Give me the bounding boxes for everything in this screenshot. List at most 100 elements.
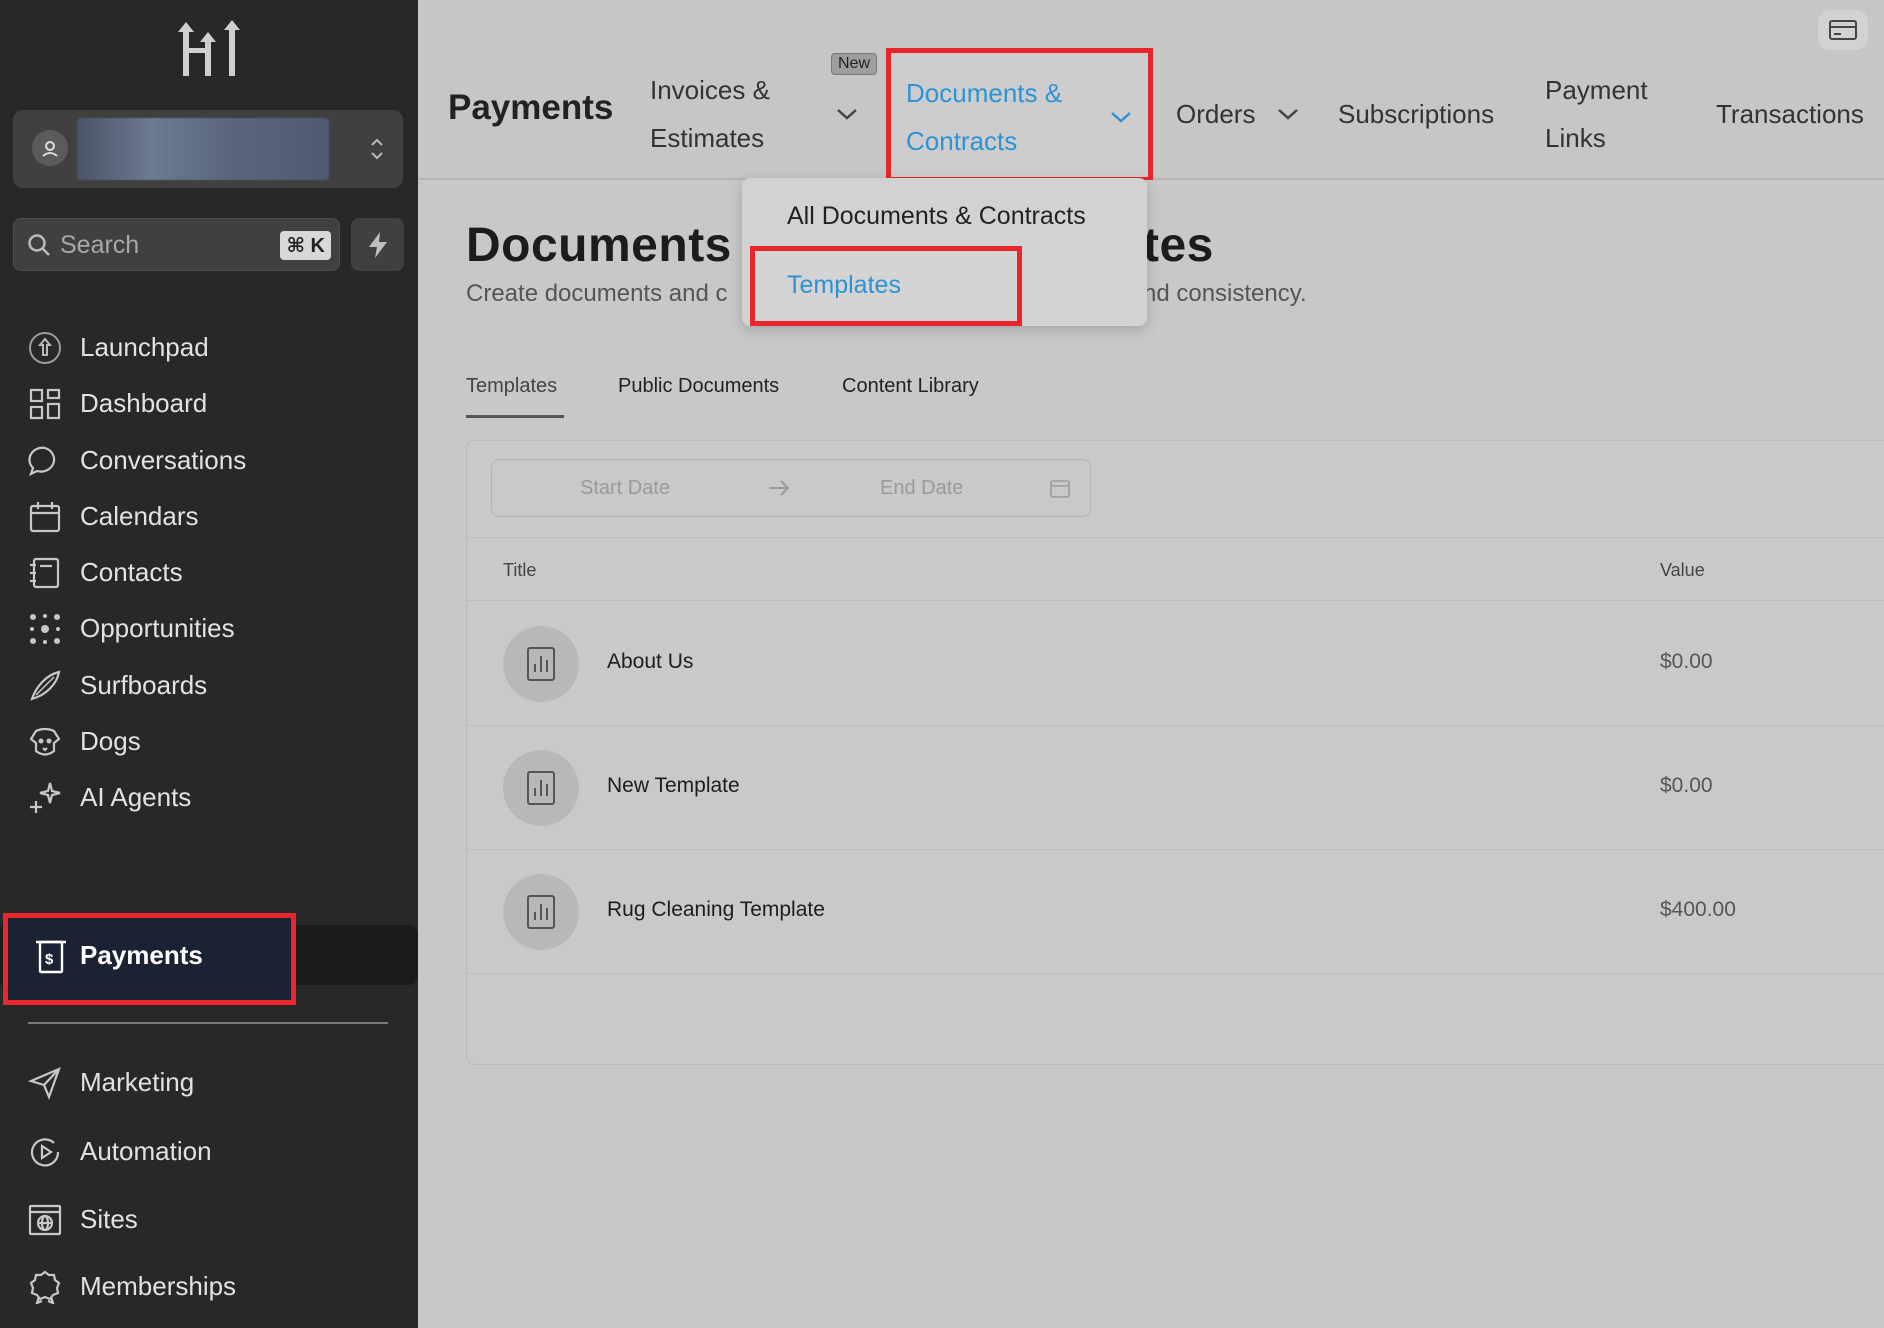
end-date-input[interactable]: End Date [880,477,963,500]
sidebar-item-dashboard[interactable]: Dashboard [0,373,418,433]
launchpad-icon [28,331,62,365]
sidebar-item-label: Payments [80,940,203,970]
page-title-left: Documents & [466,219,781,272]
page-subtitle-right: nd consistency. [1143,280,1307,307]
payments-receipt-icon: $ [34,938,68,981]
search-input[interactable]: Search ⌘ K [13,218,340,271]
menu-item-all-documents[interactable]: All Documents & Contracts [787,202,1086,231]
sidebar-item-surfboards[interactable]: Surfboards [0,655,418,715]
sidebar-item-conversations[interactable]: Conversations [0,430,418,490]
award-icon [28,1270,62,1305]
menu-item-templates[interactable]: Templates [750,246,1022,326]
calendar-icon [1050,478,1070,503]
tab-public-documents[interactable]: Public Documents [618,375,779,398]
search-icon [26,232,52,263]
nav-invoices-line2: Estimates [650,123,765,153]
search-shortcut-badge: ⌘ K [280,231,331,260]
start-date-input[interactable]: Start Date [580,477,670,500]
row-title[interactable]: Rug Cleaning Template [607,898,825,922]
sidebar-item-label: Automation [80,1135,212,1166]
nav-payment-links-line2: Links [1545,123,1606,153]
new-badge: New [831,53,878,75]
section-title: Payments [448,88,614,127]
nav-orders-label: Orders [1176,99,1256,129]
sidebar-item-label: AI Agents [80,781,192,812]
nav-docs-line1: Documents & [906,78,1063,108]
table-row[interactable]: About Us $0.00 [467,602,1884,726]
active-tab-indicator [466,415,564,418]
document-chart-icon [503,874,579,950]
nav-subscriptions[interactable]: Subscriptions [1338,90,1494,138]
nav-invoices-line1: Invoices & [650,75,770,105]
sidebar-item-label: Surfboards [80,669,208,700]
page-subtitle-left: Create documents and c [466,280,728,307]
chevron-down-icon [1109,109,1133,125]
table-row[interactable]: Rug Cleaning Template $400.00 [467,850,1884,974]
sidebar-divider [28,1022,388,1024]
chevron-updown-icon [369,134,385,164]
sidebar-item-opportunities[interactable]: Opportunities [0,598,418,658]
send-icon [27,1066,62,1101]
account-name-blurred [77,118,329,180]
lightning-icon [368,231,387,258]
table-header: Title Value [467,537,1884,601]
sidebar-item-label: Contacts [80,556,183,587]
sidebar-item-label: Conversations [80,444,247,475]
chevron-down-icon [835,106,859,122]
column-title: Title [503,560,537,580]
sidebar-item-label: Opportunities [80,612,235,643]
automation-icon [28,1135,62,1169]
nav-payment-links[interactable]: Payment Links [1545,66,1665,162]
row-value: $0.00 [1660,774,1713,797]
nav-docs-line2: Contracts [906,126,1018,156]
tab-templates[interactable]: Templates [466,375,557,398]
row-title[interactable]: About Us [607,650,693,674]
sidebar-item-label: Dogs [80,725,141,756]
sidebar-item-marketing[interactable]: Marketing [0,1052,418,1112]
row-title[interactable]: New Template [607,774,740,798]
svg-text:$: $ [45,951,54,968]
surfboard-icon [28,669,62,703]
sidebar-item-payments[interactable]: $ Payments [3,913,296,1005]
sidebar-item-launchpad[interactable]: Launchpad [0,317,418,377]
sidebar-item-calendars[interactable]: Calendars [0,486,418,546]
sidebar-item-memberships[interactable]: Memberships [0,1256,418,1316]
row-value: $400.00 [1660,898,1736,921]
nav-orders[interactable]: Orders [1176,90,1306,138]
table-row[interactable]: New Template $0.00 [467,726,1884,850]
sidebar-item-label: Launchpad [80,331,209,362]
location-pin-icon [32,130,68,166]
menu-item-templates-label: Templates [787,271,901,299]
row-value: $0.00 [1660,650,1713,673]
sidebar-item-ai-agents[interactable]: AI Agents [0,767,418,827]
credit-card-icon[interactable] [1818,10,1868,50]
sidebar-item-sites[interactable]: Sites [0,1189,418,1249]
nav-documents-contracts[interactable]: Documents & Contracts [886,48,1153,182]
document-chart-icon [503,750,579,826]
contacts-book-icon [28,556,62,590]
app-logo-icon[interactable] [174,20,246,80]
sidebar-item-label: Dashboard [80,387,208,418]
sidebar-item-dogs[interactable]: Dogs [0,711,418,771]
column-value: Value [1660,560,1705,580]
search-placeholder: Search [60,231,140,259]
sidebar-item-label: Calendars [80,500,199,531]
date-range-picker[interactable]: Start Date End Date [491,459,1091,517]
sidebar-item-contacts[interactable]: Contacts [0,542,418,602]
sidebar-item-automation[interactable]: Automation [0,1121,418,1181]
templates-panel: Start Date End Date Title Value About Us… [466,440,1884,1065]
account-switcher[interactable] [13,110,403,188]
nav-invoices-estimates[interactable]: Invoices & Estimates [650,66,860,162]
chat-bubble-icon [28,444,62,478]
nav-transactions[interactable]: Transactions [1716,90,1864,138]
sidebar-item-label: Marketing [80,1066,195,1097]
opportunities-icon [28,612,62,646]
quick-actions-button[interactable] [351,218,404,271]
tab-content-library[interactable]: Content Library [842,375,979,398]
dog-icon [28,725,62,759]
main-content: Documents & tes Create documents and c n… [418,180,1884,1328]
dashboard-icon [28,387,62,421]
chevron-down-icon [1276,106,1300,122]
calendar-icon [28,500,62,534]
documents-dropdown-menu: All Documents & Contracts Templates [742,178,1147,326]
